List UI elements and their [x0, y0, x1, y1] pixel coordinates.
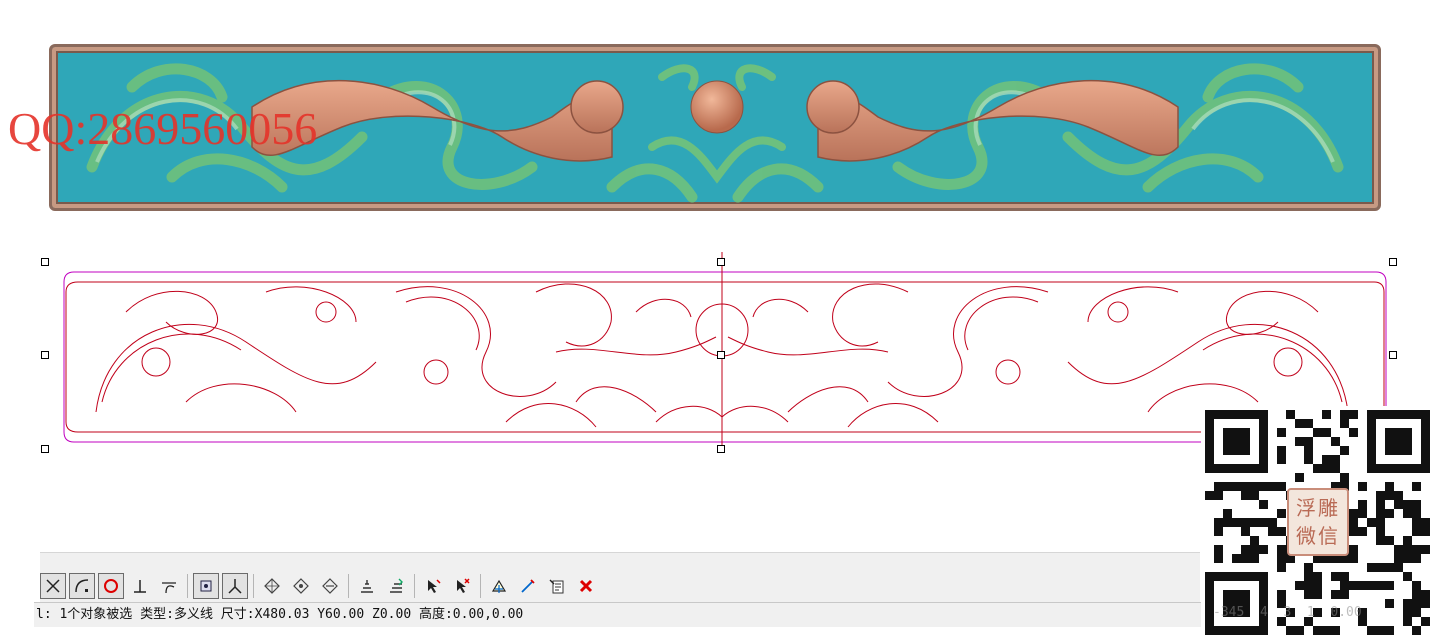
edit-node-button[interactable] [515, 573, 541, 599]
selection-handle-top-left[interactable] [41, 258, 49, 266]
diamond-grid-button[interactable] [259, 573, 285, 599]
delete-icon [579, 579, 593, 593]
properties-icon [549, 579, 564, 594]
selection-handle-top-center[interactable] [717, 258, 725, 266]
diamond-grid-2-icon [293, 578, 309, 594]
deselect-cursor-icon [457, 578, 470, 593]
snap-toolbar [40, 571, 602, 601]
arc-snap-button[interactable] [69, 573, 95, 599]
diamond-grid-icon [264, 578, 280, 594]
layer-align-2-button[interactable] [383, 573, 409, 599]
angle-snap-button[interactable] [222, 573, 248, 599]
tangent-snap-button[interactable] [156, 573, 182, 599]
node-snap-icon [200, 580, 212, 592]
selection-handle-bottom-center[interactable] [717, 445, 725, 453]
wechat-stamp: 浮雕 微信 [1287, 488, 1349, 556]
select-cursor-button[interactable] [420, 573, 446, 599]
toolbar-separator [348, 574, 349, 598]
diamond-grid-3-icon [322, 578, 338, 594]
toolbar-separator [187, 574, 188, 598]
vector-drawing-canvas[interactable] [36, 252, 1396, 452]
stamp-text-line1: 浮雕 [1296, 496, 1340, 520]
arc-snap-icon [75, 579, 89, 593]
qq-watermark: QQ:2869560056 [8, 103, 318, 154]
toolbar-separator [480, 574, 481, 598]
perpendicular-snap-button[interactable] [127, 573, 153, 599]
toolbar-separator [253, 574, 254, 598]
circle-snap-button[interactable] [98, 573, 124, 599]
coordinate-readout: -345 4 3 1 0.00 [1213, 605, 1362, 620]
tangent-snap-icon [162, 582, 176, 594]
transform-icon [491, 579, 507, 593]
toolbar-separator [414, 574, 415, 598]
cross-snap-icon [46, 579, 60, 593]
deselect-cursor-button[interactable] [449, 573, 475, 599]
diamond-grid-2-button[interactable] [288, 573, 314, 599]
properties-button[interactable] [544, 573, 570, 599]
qr-code-panel: -345 4 3 1 0.00 浮雕 微信 [1201, 406, 1436, 640]
left-ornament-lines[interactable] [95, 283, 723, 428]
circle-snap-icon [104, 579, 118, 593]
angle-snap-icon [228, 579, 242, 594]
status-bar: l: 1个对象被选 类型:多义线 尺寸:X480.03 Y60.00 Z0.00… [34, 602, 1204, 627]
select-cursor-icon [428, 579, 441, 593]
outer-boundary-line[interactable] [63, 271, 1387, 443]
layer-align-button[interactable] [354, 573, 380, 599]
node-snap-button[interactable] [193, 573, 219, 599]
edit-node-icon [521, 579, 535, 593]
selection-handle-top-right[interactable] [1389, 258, 1397, 266]
selection-handle-middle-left[interactable] [41, 351, 49, 359]
selection-handle-middle-right[interactable] [1389, 351, 1397, 359]
perpendicular-snap-icon [134, 580, 146, 593]
diamond-grid-3-button[interactable] [317, 573, 343, 599]
selection-handle-center[interactable] [717, 351, 725, 359]
selection-handle-bottom-left[interactable] [41, 445, 49, 453]
transform-button[interactable] [486, 573, 512, 599]
delete-button[interactable] [573, 573, 599, 599]
layer-align-2-icon [390, 578, 403, 593]
snap-toolbar-area [40, 552, 1200, 603]
status-text: l: 1个对象被选 类型:多义线 尺寸:X480.03 Y60.00 Z0.00… [36, 607, 524, 622]
stamp-text-line2: 微信 [1296, 524, 1340, 548]
layer-align-icon [361, 580, 373, 593]
cross-snap-button[interactable] [40, 573, 66, 599]
